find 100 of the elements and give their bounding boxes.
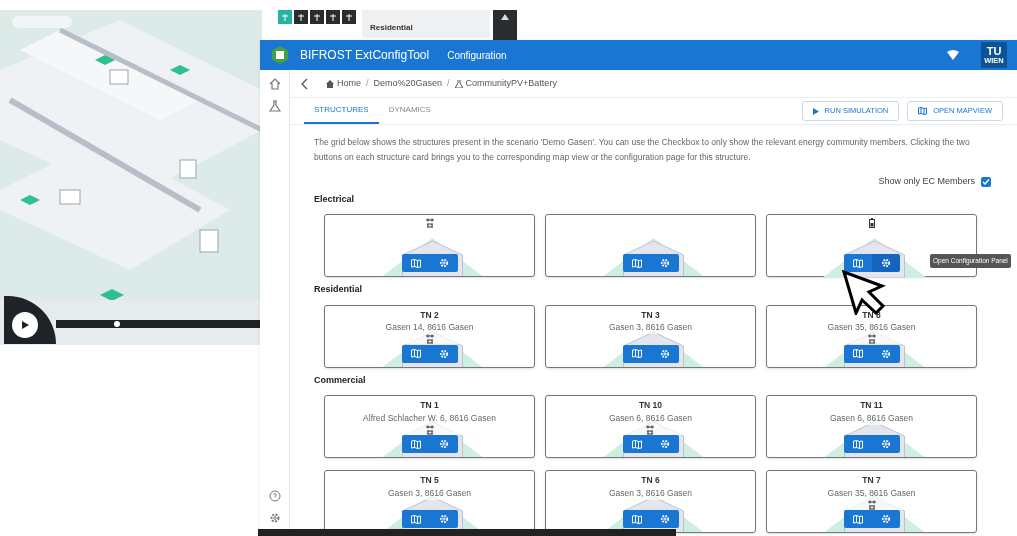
settings-icon bbox=[659, 439, 670, 449]
settings-icon bbox=[438, 348, 449, 359]
card-address: Gasen 35, 8616 Gasen bbox=[827, 486, 916, 500]
map-icon bbox=[410, 439, 421, 449]
card-title: TN 1 bbox=[420, 399, 439, 412]
map-button[interactable] bbox=[401, 435, 430, 453]
map-button[interactable] bbox=[622, 254, 651, 272]
tab[interactable]: STRUCTURES bbox=[304, 98, 379, 124]
card-title: TN 2 bbox=[420, 308, 439, 322]
section-heading: Residential bbox=[314, 283, 363, 296]
settings-button[interactable] bbox=[650, 254, 679, 272]
map-icon bbox=[410, 258, 421, 268]
map-tool-button[interactable] bbox=[294, 10, 308, 24]
tool-icon bbox=[282, 13, 288, 21]
help-icon[interactable] bbox=[268, 490, 281, 502]
map-button[interactable] bbox=[622, 510, 651, 528]
map-icon bbox=[410, 349, 421, 358]
map-tool-button[interactable] bbox=[310, 10, 324, 24]
panel-title: Residential bbox=[370, 23, 413, 32]
section-heading: Commercial bbox=[314, 373, 367, 387]
card-address: Gasen 6, 8616 Gasen bbox=[829, 411, 914, 425]
map-icon bbox=[631, 258, 642, 268]
settings-button[interactable] bbox=[650, 435, 679, 453]
map-button[interactable] bbox=[401, 510, 430, 528]
card-address: Gasen 14, 8616 Gasen bbox=[385, 321, 474, 334]
map-tool-button[interactable] bbox=[326, 10, 340, 24]
settings-icon bbox=[880, 258, 891, 268]
map-icon bbox=[631, 514, 642, 524]
map-icon bbox=[852, 439, 863, 449]
settings-button[interactable] bbox=[429, 254, 458, 272]
card-address: Gasen 3, 8616 Gasen bbox=[387, 486, 472, 500]
card-address: Gasen 6, 8616 Gasen bbox=[608, 411, 693, 425]
settings-button[interactable] bbox=[429, 510, 458, 528]
back-icon[interactable] bbox=[300, 77, 308, 90]
home-icon[interactable] bbox=[268, 78, 281, 90]
card-address: Gasen 35, 8616 Gasen bbox=[827, 321, 916, 334]
map-button[interactable] bbox=[622, 435, 651, 453]
power-grid-icon bbox=[424, 334, 435, 344]
settings-button[interactable] bbox=[871, 254, 900, 272]
settings-button[interactable] bbox=[871, 510, 900, 528]
breadcrumb-link[interactable]: Demo%20Gasen bbox=[373, 76, 443, 91]
tool-icon bbox=[314, 13, 320, 21]
play-icon bbox=[812, 107, 819, 115]
flask-icon bbox=[454, 79, 463, 88]
settings-icon bbox=[880, 514, 891, 524]
settings-icon bbox=[438, 514, 449, 524]
card-title: TN 5 bbox=[420, 474, 439, 487]
section-heading: Electrical bbox=[314, 192, 356, 206]
map-button[interactable] bbox=[843, 254, 872, 272]
map-icon bbox=[631, 439, 642, 449]
card-address: Gasen 3, 8616 Gasen bbox=[608, 486, 693, 500]
power-grid-icon bbox=[424, 424, 435, 435]
card-title: TN 11 bbox=[860, 399, 883, 412]
hat-icon bbox=[500, 14, 510, 20]
map-button[interactable] bbox=[843, 435, 872, 453]
map-button[interactable] bbox=[843, 510, 872, 528]
breadcrumb-separator: / bbox=[366, 76, 369, 90]
card-address: Alfred Schlacher W. 6, 8616 Gasen bbox=[363, 411, 496, 425]
power-grid-icon bbox=[645, 424, 656, 435]
settings-icon bbox=[659, 348, 670, 359]
settings-icon bbox=[880, 348, 891, 359]
power-grid-icon bbox=[424, 218, 435, 228]
settings-icon bbox=[659, 514, 670, 524]
map-icon bbox=[852, 258, 863, 268]
settings-icon[interactable] bbox=[268, 512, 281, 524]
tool-icon bbox=[346, 13, 352, 21]
card-address: Gasen 3, 8616 Gasen bbox=[608, 321, 693, 334]
battery-icon bbox=[868, 218, 875, 228]
app-title: BIFROST ExtConfigTool bbox=[300, 47, 430, 64]
home-icon bbox=[326, 79, 334, 88]
settings-button[interactable] bbox=[871, 435, 900, 453]
card-title: TN 7 bbox=[862, 474, 881, 487]
map-icon bbox=[918, 107, 928, 115]
map-button[interactable] bbox=[401, 254, 430, 272]
checkbox[interactable] bbox=[981, 176, 991, 187]
map-icon bbox=[631, 349, 642, 358]
breadcrumb-link[interactable]: Home bbox=[326, 76, 361, 91]
section-title: Configuration bbox=[447, 48, 507, 63]
tab[interactable]: DYNAMICS bbox=[378, 98, 441, 124]
map-icon bbox=[410, 514, 421, 524]
settings-icon bbox=[880, 439, 891, 449]
settings-icon bbox=[659, 258, 670, 268]
settings-icon bbox=[438, 439, 449, 449]
play-icon bbox=[21, 321, 29, 329]
settings-icon bbox=[438, 258, 449, 268]
card-title: TN 6 bbox=[641, 474, 660, 487]
power-grid-icon bbox=[866, 499, 877, 510]
settings-button[interactable] bbox=[650, 510, 679, 528]
wifi-icon[interactable] bbox=[947, 50, 959, 60]
tool-icon bbox=[330, 13, 336, 21]
description-text: The grid below shows the structures present in the scenario 'Demo Gasen'. You can use the Checkbox to only show the relevant energy community members. Clicking the two buttons on each structure card brings you to the corresponding map view or the configuration page for this structure. bbox=[314, 136, 971, 164]
card-title: TN 10 bbox=[638, 399, 663, 412]
map-icon bbox=[852, 349, 863, 358]
map-tool-button[interactable] bbox=[342, 10, 356, 24]
flask-icon[interactable] bbox=[268, 100, 281, 112]
tool-icon bbox=[298, 13, 304, 21]
checkbox-label: Show only EC Members bbox=[878, 175, 975, 188]
settings-button[interactable] bbox=[429, 435, 458, 453]
app-logo-icon bbox=[270, 45, 290, 65]
breadcrumb-link[interactable]: CommunityPV+Battery bbox=[454, 76, 557, 91]
